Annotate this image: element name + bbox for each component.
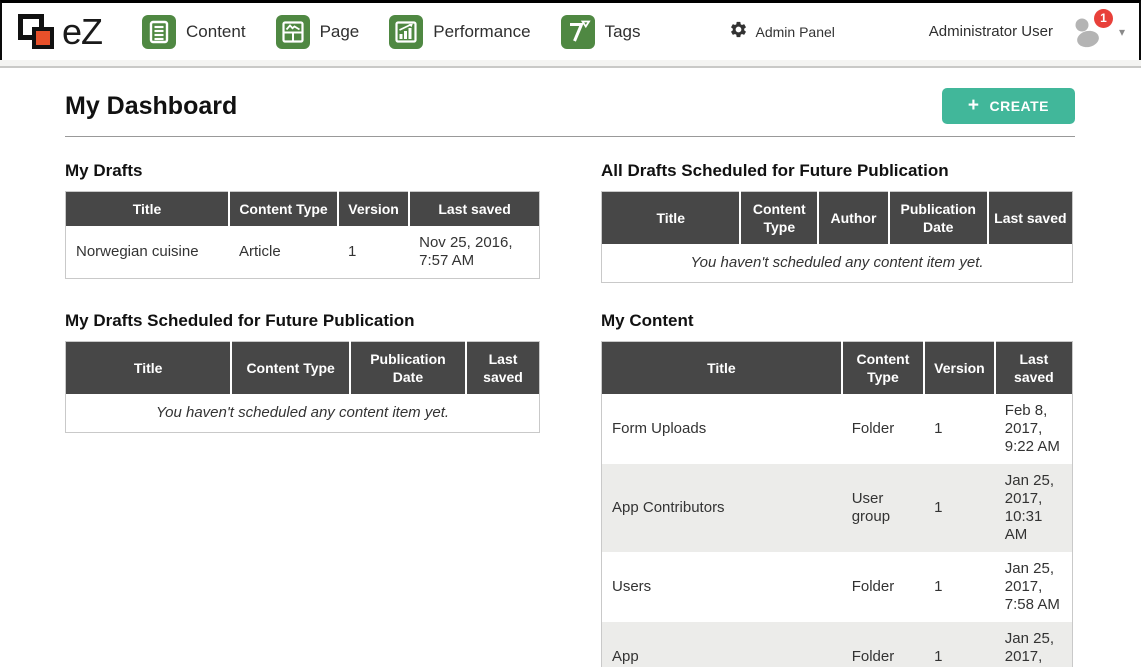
column-header: Content Type	[231, 342, 350, 395]
cell: Article	[229, 226, 338, 279]
cell: Folder	[842, 552, 924, 622]
cell: App	[602, 622, 842, 667]
nav-item-page[interactable]: Page	[276, 15, 360, 49]
page-title: My Dashboard	[65, 92, 237, 121]
column-header: Last saved	[995, 342, 1073, 395]
empty-message: You haven't scheduled any content item y…	[66, 394, 540, 433]
section-all-drafts-scheduled: All Drafts Scheduled for Future Publicat…	[601, 161, 1073, 283]
section-title-my-drafts: My Drafts	[65, 161, 540, 181]
column-header: Title	[66, 192, 230, 227]
table-row[interactable]: App ContributorsUser group1Jan 25, 2017,…	[602, 464, 1073, 552]
create-button[interactable]: + CREATE	[942, 88, 1075, 124]
table-row[interactable]: UsersFolder1Jan 25, 2017, 7:58 AM	[602, 552, 1073, 622]
top-navigation-bar: eZ Content	[0, 0, 1141, 60]
main-nav: Content Page	[142, 15, 641, 49]
cell: Form Uploads	[602, 394, 842, 464]
cell: App Contributors	[602, 464, 842, 552]
cell: Users	[602, 552, 842, 622]
my-drafts-scheduled-table: TitleContent TypePublication DateLast sa…	[65, 341, 540, 433]
nav-item-content[interactable]: Content	[142, 15, 246, 49]
page-header: My Dashboard + CREATE	[65, 68, 1075, 137]
section-my-drafts-scheduled: My Drafts Scheduled for Future Publicati…	[65, 311, 540, 667]
column-header: Last saved	[409, 192, 539, 227]
nav-label-page: Page	[320, 22, 360, 42]
column-header: Content Type	[740, 192, 818, 245]
cell: Jan 25, 2017, 7:55 AM	[995, 622, 1073, 667]
cell: Jan 25, 2017, 7:58 AM	[995, 552, 1073, 622]
empty-row: You haven't scheduled any content item y…	[66, 394, 540, 433]
cell: Jan 25, 2017, 10:31 AM	[995, 464, 1073, 552]
cell: 1	[338, 226, 409, 279]
page-icon	[276, 15, 310, 49]
admin-panel-menu[interactable]: Admin Panel	[729, 20, 835, 44]
section-my-content: My Content TitleContent TypeVersionLast …	[601, 311, 1073, 667]
column-header: Publication Date	[350, 342, 466, 395]
column-header: Content Type	[229, 192, 338, 227]
tags-icon	[561, 15, 595, 49]
admin-panel-label: Admin Panel	[756, 24, 835, 40]
column-header: Version	[924, 342, 995, 395]
cell: 1	[924, 464, 995, 552]
gear-icon	[729, 20, 748, 44]
avatar: 1	[1069, 13, 1109, 51]
section-my-drafts: My Drafts TitleContent TypeVersionLast s…	[65, 161, 540, 283]
nav-label-content: Content	[186, 22, 246, 42]
header-row: TitleContent TypeAuthorPublication DateL…	[602, 192, 1073, 245]
section-title-my-content: My Content	[601, 311, 1073, 331]
cell: Folder	[842, 394, 924, 464]
all-drafts-scheduled-table: TitleContent TypeAuthorPublication DateL…	[601, 191, 1073, 283]
my-drafts-table: TitleContent TypeVersionLast savedNorweg…	[65, 191, 540, 279]
cell: Norwegian cuisine	[66, 226, 230, 279]
nav-label-performance: Performance	[433, 22, 530, 42]
ez-logo[interactable]: eZ	[16, 10, 102, 54]
header-row: TitleContent TypeVersionLast saved	[602, 342, 1073, 395]
table-row[interactable]: AppFolder1Jan 25, 2017, 7:55 AM	[602, 622, 1073, 667]
cell: 1	[924, 552, 995, 622]
cell: Nov 25, 2016, 7:57 AM	[409, 226, 539, 279]
chevron-down-icon: ▾	[1119, 25, 1125, 39]
cell: 1	[924, 394, 995, 464]
plus-icon: +	[968, 99, 980, 113]
nav-label-tags: Tags	[605, 22, 641, 42]
my-content-table: TitleContent TypeVersionLast savedForm U…	[601, 341, 1073, 667]
column-header: Title	[66, 342, 232, 395]
column-header: Last saved	[466, 342, 539, 395]
create-button-label: CREATE	[989, 98, 1049, 114]
cell: User group	[842, 464, 924, 552]
notification-badge[interactable]: 1	[1094, 9, 1113, 28]
dashboard-grid: My Drafts TitleContent TypeVersionLast s…	[65, 161, 1075, 667]
section-title-all-drafts-scheduled: All Drafts Scheduled for Future Publicat…	[601, 161, 1073, 181]
empty-row: You haven't scheduled any content item y…	[602, 244, 1073, 283]
column-header: Title	[602, 192, 741, 245]
content-icon	[142, 15, 176, 49]
table-row[interactable]: Norwegian cuisineArticle1Nov 25, 2016, 7…	[66, 226, 540, 279]
cell: Folder	[842, 622, 924, 667]
column-header: Content Type	[842, 342, 924, 395]
empty-message: You haven't scheduled any content item y…	[602, 244, 1073, 283]
column-header: Title	[602, 342, 842, 395]
header-row: TitleContent TypeVersionLast saved	[66, 192, 540, 227]
cell: 1	[924, 622, 995, 667]
cell: Feb 8, 2017, 9:22 AM	[995, 394, 1073, 464]
column-header: Last saved	[988, 192, 1073, 245]
table-row[interactable]: Form UploadsFolder1Feb 8, 2017, 9:22 AM	[602, 394, 1073, 464]
nav-item-tags[interactable]: Tags	[561, 15, 641, 49]
dashboard-page: My Dashboard + CREATE My Drafts TitleCon…	[65, 68, 1075, 667]
user-menu[interactable]: Administrator User 1 ▾	[929, 13, 1125, 51]
performance-icon	[389, 15, 423, 49]
topbar-divider	[0, 60, 1141, 68]
column-header: Author	[818, 192, 889, 245]
section-title-my-drafts-scheduled: My Drafts Scheduled for Future Publicati…	[65, 311, 540, 331]
ez-logo-text: eZ	[62, 11, 102, 53]
user-name: Administrator User	[929, 23, 1053, 40]
header-row: TitleContent TypePublication DateLast sa…	[66, 342, 540, 395]
column-header: Publication Date	[889, 192, 988, 245]
column-header: Version	[338, 192, 409, 227]
ez-logo-icon	[16, 10, 60, 54]
nav-item-performance[interactable]: Performance	[389, 15, 530, 49]
